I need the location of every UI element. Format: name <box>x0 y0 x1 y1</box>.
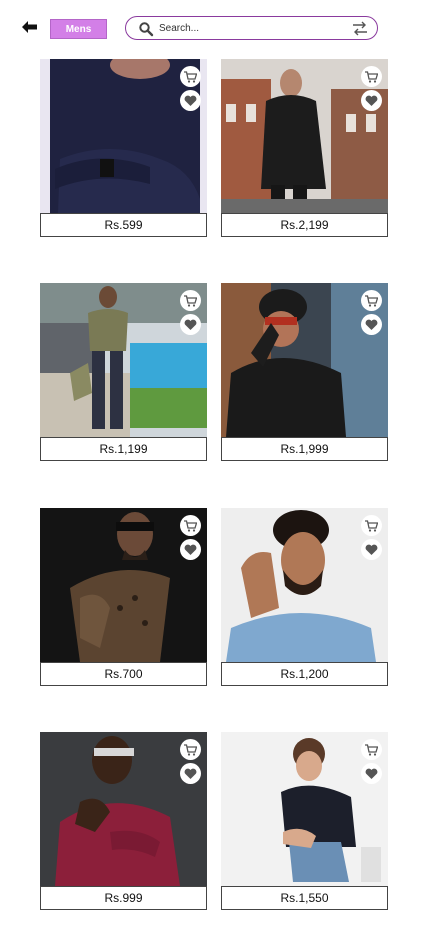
cart-icon <box>365 294 378 307</box>
wishlist-button[interactable] <box>180 314 201 335</box>
product-price: Rs.1,200 <box>221 662 388 686</box>
heart-icon <box>365 319 378 330</box>
add-to-cart-button[interactable] <box>180 290 201 311</box>
wishlist-button[interactable] <box>361 90 382 111</box>
wishlist-button[interactable] <box>361 539 382 560</box>
wishlist-button[interactable] <box>180 763 201 784</box>
add-to-cart-button[interactable] <box>180 515 201 536</box>
add-to-cart-button[interactable] <box>180 739 201 760</box>
product-card[interactable]: Rs.1,200 <box>221 508 388 686</box>
product-card[interactable]: Rs.2,199 <box>221 59 388 237</box>
cart-icon <box>365 743 378 756</box>
product-price: Rs.1,550 <box>221 886 388 910</box>
product-price: Rs.1,199 <box>40 437 207 461</box>
cart-icon <box>184 519 197 532</box>
cart-icon <box>184 70 197 83</box>
wishlist-button[interactable] <box>361 314 382 335</box>
add-to-cart-button[interactable] <box>180 66 201 87</box>
wishlist-button[interactable] <box>361 763 382 784</box>
wishlist-button[interactable] <box>180 90 201 111</box>
heart-icon <box>184 544 197 555</box>
heart-icon <box>365 95 378 106</box>
product-card[interactable]: Rs.1,999 <box>221 283 388 461</box>
heart-icon <box>184 319 197 330</box>
wishlist-button[interactable] <box>180 539 201 560</box>
product-card[interactable]: Rs.700 <box>40 508 207 686</box>
heart-icon <box>365 768 378 779</box>
product-price: Rs.700 <box>40 662 207 686</box>
heart-icon <box>365 544 378 555</box>
cart-icon <box>365 70 378 83</box>
add-to-cart-button[interactable] <box>361 290 382 311</box>
heart-icon <box>184 95 197 106</box>
product-price: Rs.999 <box>40 886 207 910</box>
product-card[interactable]: Rs.599 <box>40 59 207 237</box>
product-card[interactable]: Rs.999 <box>40 732 207 910</box>
cart-icon <box>365 519 378 532</box>
product-price: Rs.1,999 <box>221 437 388 461</box>
cart-icon <box>184 743 197 756</box>
product-grid: Rs.599 Rs.2,199 Rs.1,199 Rs.1,999 Rs.700… <box>0 0 428 926</box>
add-to-cart-button[interactable] <box>361 66 382 87</box>
product-price: Rs.599 <box>40 213 207 237</box>
product-card[interactable]: Rs.1,550 <box>221 732 388 910</box>
add-to-cart-button[interactable] <box>361 739 382 760</box>
add-to-cart-button[interactable] <box>361 515 382 536</box>
product-card[interactable]: Rs.1,199 <box>40 283 207 461</box>
product-price: Rs.2,199 <box>221 213 388 237</box>
cart-icon <box>184 294 197 307</box>
heart-icon <box>184 768 197 779</box>
